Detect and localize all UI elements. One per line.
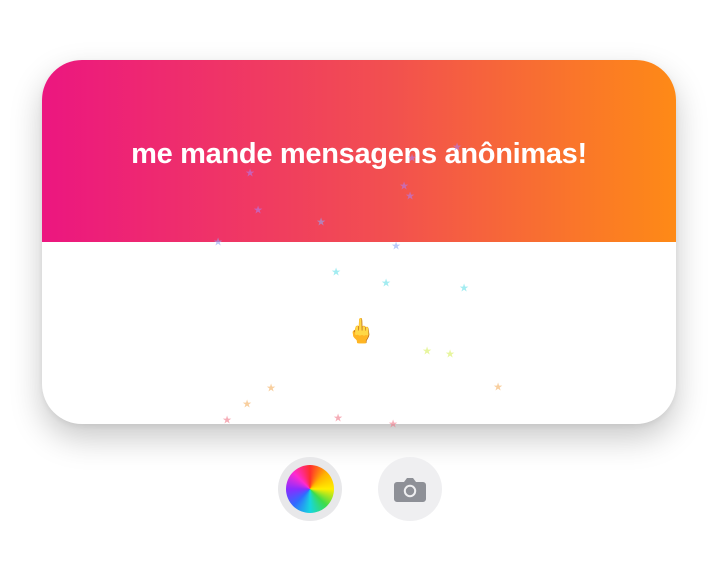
confetti-star-icon: ★: [316, 215, 326, 229]
confetti-star-icon: ★: [331, 265, 341, 279]
color-picker-button[interactable]: [278, 457, 342, 521]
confetti-star-icon: ★: [445, 347, 455, 361]
confetti-star-icon: ★: [245, 166, 255, 180]
anonymous-message-card: me mande mensagens anônimas!: [42, 60, 676, 424]
color-wheel-icon: [286, 465, 334, 513]
confetti-star-icon: ★: [266, 381, 276, 395]
confetti-star-icon: ★: [405, 189, 415, 203]
confetti-star-icon: ★: [381, 276, 391, 290]
camera-icon: [394, 478, 426, 502]
confetti-star-icon: ★: [391, 239, 401, 253]
confetti-star-icon: ★: [493, 380, 503, 394]
camera-button[interactable]: [378, 457, 442, 521]
controls-bar: [0, 456, 720, 522]
confetti-star-icon: ★: [222, 413, 232, 427]
confetti-star-icon: ★: [253, 203, 263, 217]
confetti-star-icon: ★: [333, 411, 343, 425]
confetti-star-icon: ★: [388, 417, 398, 431]
card-header: me mande mensagens anônimas!: [42, 60, 676, 242]
card-title: me mande mensagens anônimas!: [131, 137, 587, 170]
confetti-star-icon: ★: [242, 397, 252, 411]
confetti-star-icon: ★: [422, 344, 432, 358]
confetti-star-icon: ★: [407, 151, 417, 165]
confetti-star-icon: ★: [452, 140, 462, 154]
confetti-star-icon: ★: [213, 235, 223, 249]
emoji-sticker: 🖕: [346, 317, 376, 345]
confetti-star-icon: ★: [459, 281, 469, 295]
